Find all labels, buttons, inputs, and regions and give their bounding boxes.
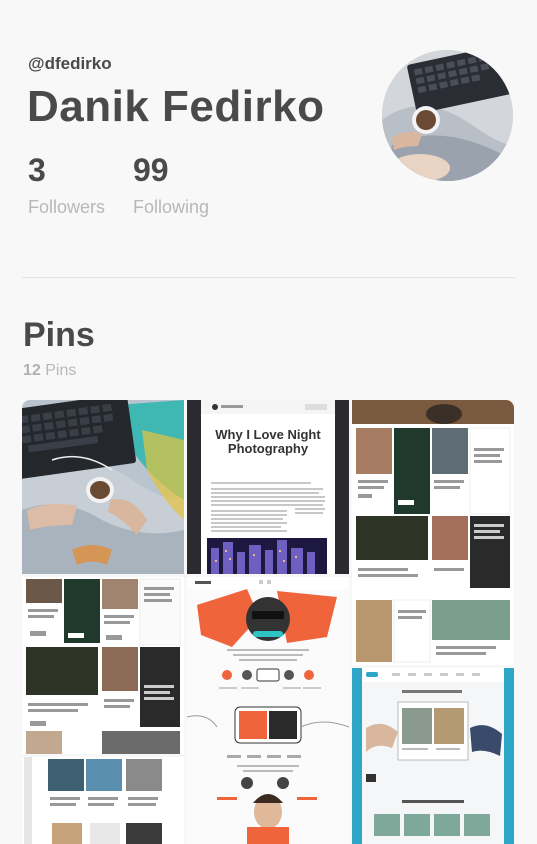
svg-text:Why I Love Night: Why I Love Night bbox=[215, 427, 321, 442]
pin-travel-blog-grid[interactable] bbox=[22, 757, 184, 844]
pins-count: 12 Pins bbox=[23, 362, 76, 380]
pin-night-photography-article[interactable]: Why I Love Night Photography bbox=[187, 400, 349, 574]
section-divider bbox=[22, 277, 515, 278]
followers-stat[interactable]: 3 Followers bbox=[28, 152, 105, 218]
profile-page: @dfedirko Danik Fedirko 3 Followers 99 F… bbox=[0, 0, 537, 844]
pin-article-headline-line2: Photography bbox=[228, 441, 309, 456]
pin-hacker-landing-page[interactable] bbox=[187, 577, 349, 844]
profile-name: Danik Fedirko bbox=[27, 82, 325, 131]
pin-blog-grid-template[interactable] bbox=[352, 400, 514, 665]
pin-blog-grid-template-dark[interactable] bbox=[22, 577, 184, 754]
pins-grid: Why I Love Night Photography bbox=[22, 400, 514, 844]
followers-label: Followers bbox=[28, 197, 106, 217]
pins-count-label: Pins bbox=[40, 362, 77, 379]
svg-text:Photography: Photography bbox=[228, 441, 309, 456]
pins-title: Pins bbox=[23, 316, 95, 354]
avatar[interactable] bbox=[382, 50, 513, 181]
pin-photo-book-mockup[interactable] bbox=[352, 668, 514, 844]
pin-laptop-coffee-photo[interactable] bbox=[22, 400, 184, 574]
profile-handle[interactable]: @dfedirko bbox=[28, 54, 112, 74]
following-stat[interactable]: 99 Following bbox=[133, 152, 209, 218]
pins-count-number: 12 bbox=[23, 362, 41, 379]
following-count: 99 bbox=[133, 152, 169, 188]
avatar-photo bbox=[382, 50, 513, 181]
following-label: Following bbox=[133, 197, 210, 217]
pin-article-headline-line1: Why I Love Night bbox=[215, 427, 321, 442]
followers-count: 3 bbox=[28, 152, 46, 188]
